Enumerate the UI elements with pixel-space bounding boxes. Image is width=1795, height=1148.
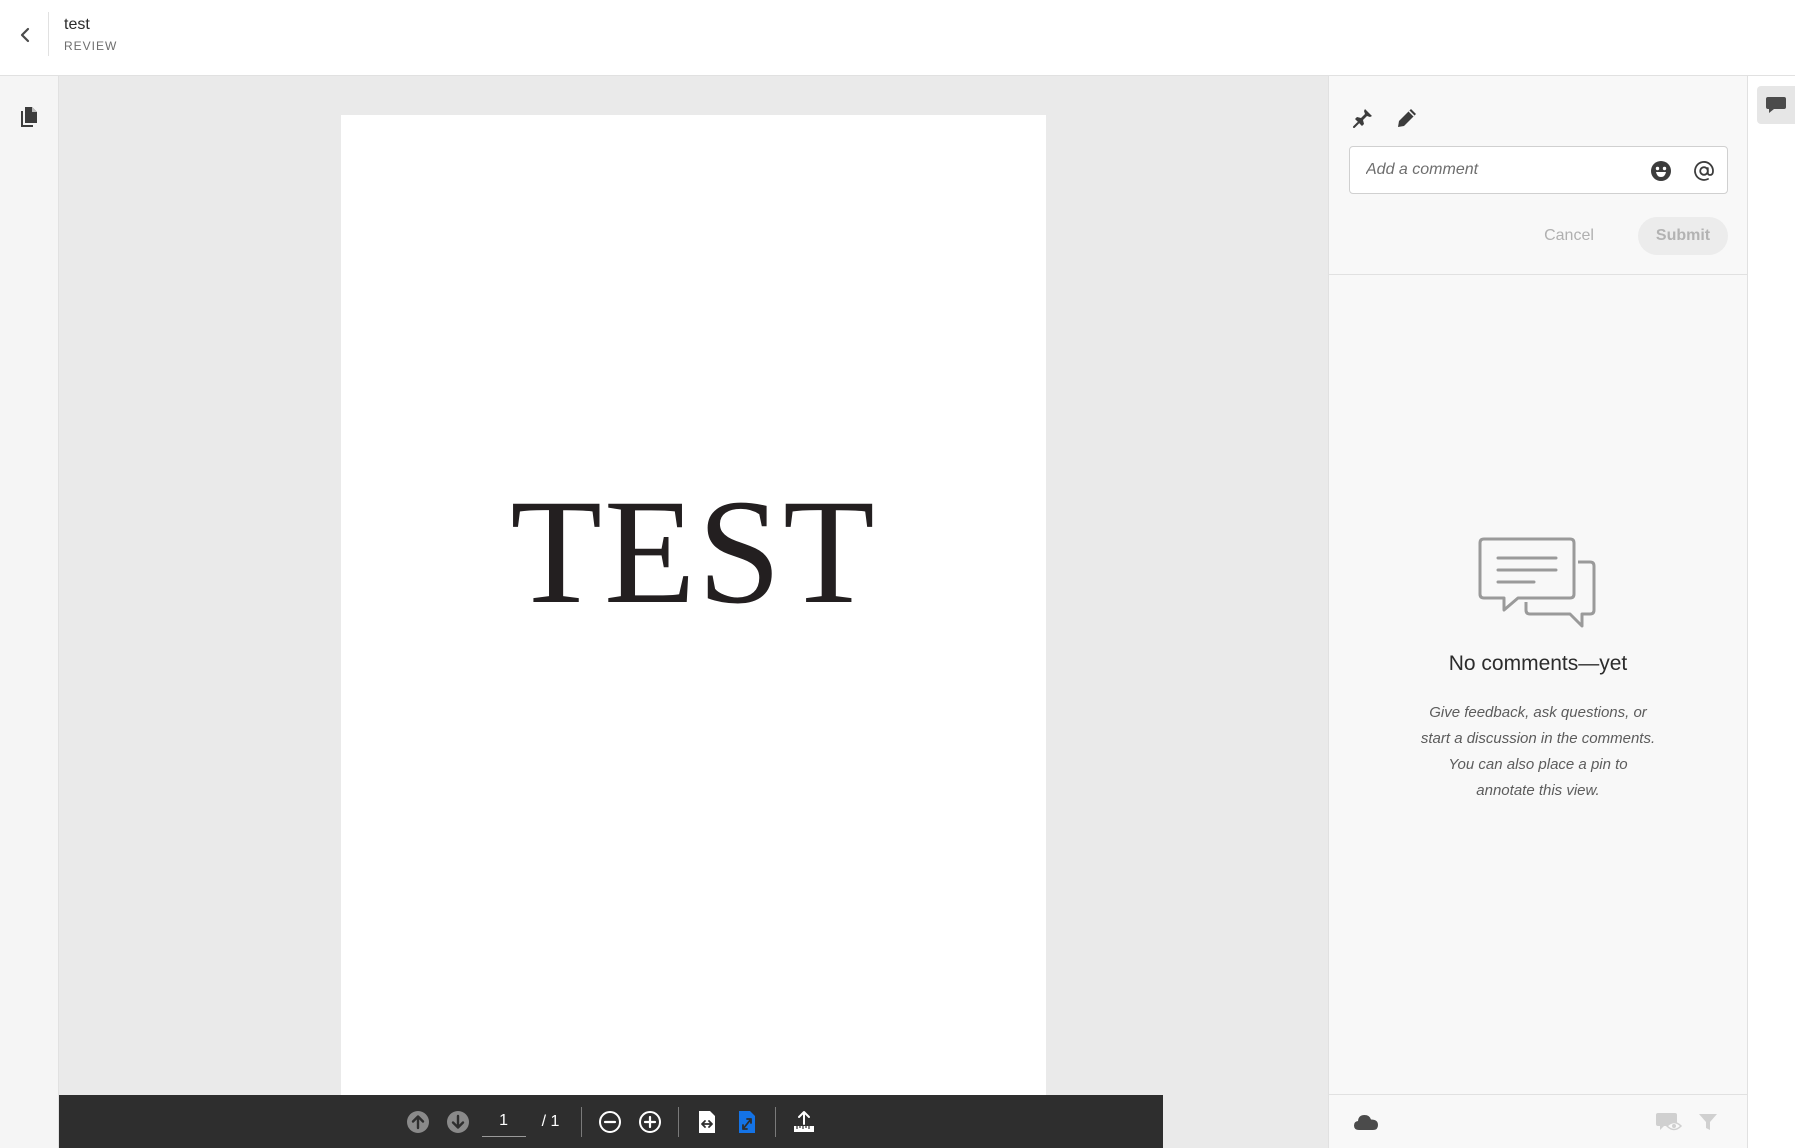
comment-box (1349, 146, 1728, 194)
empty-state-title: No comments—yet (1448, 652, 1628, 675)
at-mention-icon (1694, 161, 1714, 181)
fit-page-button[interactable] (727, 1102, 767, 1142)
zoom-in-button[interactable] (630, 1102, 670, 1142)
export-button[interactable] (784, 1102, 824, 1142)
arrow-down-circle-icon (446, 1110, 469, 1133)
header-divider (48, 12, 49, 56)
chevron-left-icon (20, 27, 30, 43)
top-header: test REVIEW (0, 0, 1795, 76)
document-viewer[interactable]: TEST / 1 (59, 76, 1328, 1148)
zoom-in-icon (639, 1110, 662, 1133)
toolbar-divider (775, 1106, 777, 1137)
toolbar-divider (678, 1106, 680, 1137)
pin-tool-button[interactable] (1347, 102, 1379, 134)
next-page-button[interactable] (438, 1102, 478, 1142)
cancel-button[interactable]: Cancel (1525, 217, 1613, 255)
comment-composer: Cancel Submit (1329, 76, 1747, 275)
fit-width-icon (699, 1110, 716, 1133)
cloud-icon (1354, 1115, 1378, 1130)
emoji-icon (1651, 161, 1671, 181)
fit-width-button[interactable] (687, 1102, 727, 1142)
comments-panel-toggle[interactable] (1757, 86, 1795, 124)
hide-comments-button[interactable] (1654, 1107, 1684, 1137)
draw-tool-button[interactable] (1391, 102, 1423, 134)
viewer-toolbar: / 1 (59, 1095, 1163, 1148)
comment-input[interactable] (1350, 147, 1640, 193)
back-button[interactable] (8, 18, 42, 52)
empty-state-description: Give feedback, ask questions, or start a… (1420, 704, 1656, 799)
document-pages-icon (21, 107, 37, 127)
pin-icon (1353, 109, 1372, 128)
pages-panel-button[interactable] (14, 102, 44, 132)
chat-bubbles-icon (1478, 537, 1596, 628)
comments-panel: Cancel Submit No comments—yet Give feedb… (1328, 76, 1748, 1148)
previous-page-button[interactable] (398, 1102, 438, 1142)
cloud-sync-button[interactable] (1351, 1107, 1381, 1137)
page-text: TEST (510, 469, 877, 635)
page-total: / 1 (541, 1112, 560, 1130)
fit-page-icon (739, 1110, 756, 1133)
comments-icon (1766, 97, 1786, 113)
page-number-input[interactable] (481, 1106, 526, 1137)
pencil-icon (1398, 109, 1416, 127)
emoji-button[interactable] (1648, 158, 1674, 184)
zoom-out-icon (599, 1110, 622, 1133)
document-title: test (64, 16, 90, 33)
document-subtitle: REVIEW (64, 39, 118, 53)
export-icon (794, 1110, 815, 1132)
hide-comments-icon (1656, 1113, 1683, 1131)
empty-comments-state: No comments—yet Give feedback, ask quest… (1329, 536, 1747, 804)
arrow-up-circle-icon (406, 1110, 429, 1133)
comments-footer (1329, 1094, 1747, 1148)
toolbar-divider (581, 1106, 583, 1137)
left-rail (0, 76, 59, 1148)
mention-button[interactable] (1691, 158, 1717, 184)
filter-button[interactable] (1693, 1107, 1723, 1137)
submit-button[interactable]: Submit (1638, 217, 1728, 255)
document-page[interactable]: TEST (341, 115, 1046, 1115)
filter-icon (1699, 1114, 1717, 1130)
zoom-out-button[interactable] (590, 1102, 630, 1142)
right-rail (1748, 76, 1795, 1148)
